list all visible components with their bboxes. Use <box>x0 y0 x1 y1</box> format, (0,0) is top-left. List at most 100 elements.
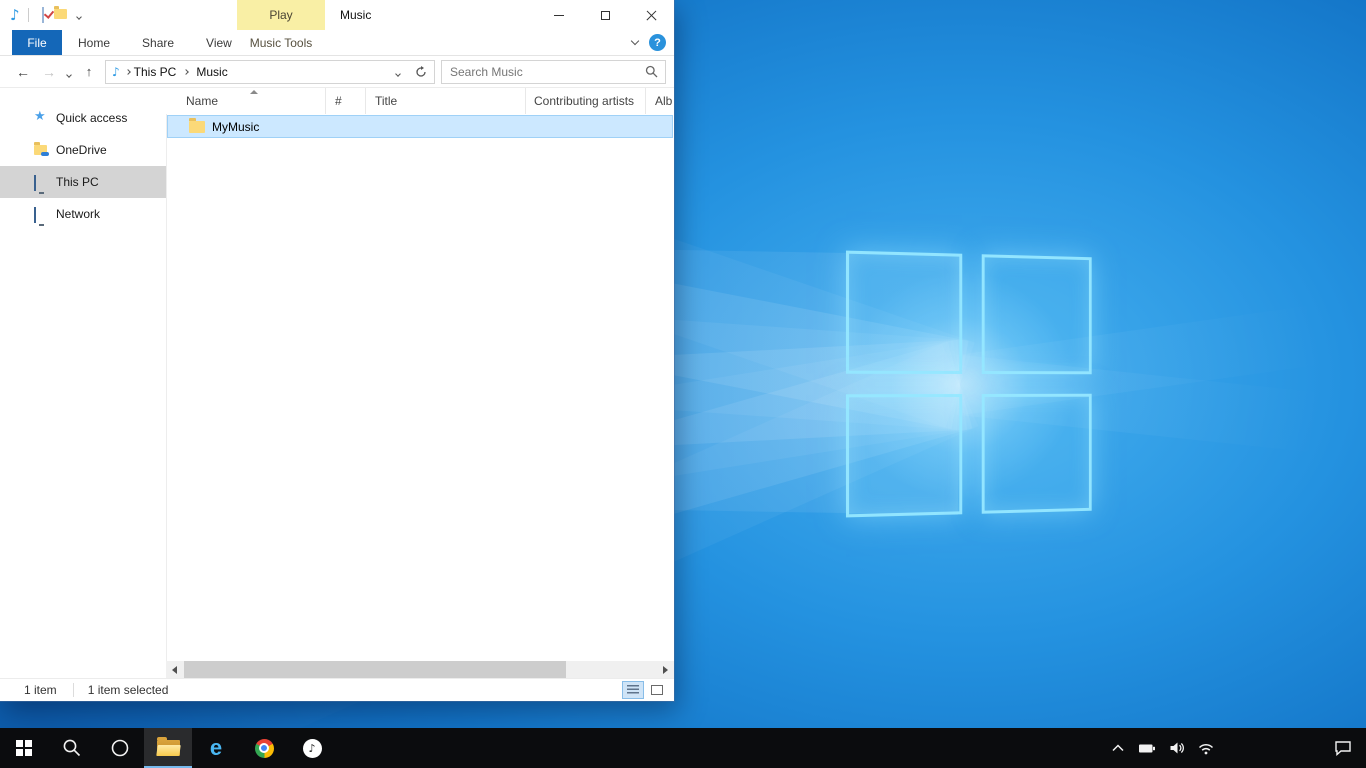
sidebar-item-quick-access[interactable]: ★ Quick access <box>0 102 166 134</box>
refresh-icon <box>415 66 427 78</box>
forward-button[interactable]: → <box>36 65 62 79</box>
file-row-mymusic-selected[interactable]: MyMusic <box>167 115 673 138</box>
battery-button[interactable] <box>1138 741 1156 755</box>
column-header-label: Title <box>375 94 397 108</box>
volume-button[interactable] <box>1169 741 1185 755</box>
divider <box>28 8 29 22</box>
tab-music-tools[interactable]: Music Tools <box>237 30 325 55</box>
sidebar-item-network[interactable]: Network <box>0 198 166 230</box>
details-view-button[interactable] <box>622 681 644 699</box>
tab-home[interactable]: Home <box>62 30 126 55</box>
column-header-label: Alb <box>655 94 672 108</box>
itunes-icon: ♪ <box>303 739 322 758</box>
back-button[interactable]: ← <box>10 65 36 79</box>
refresh-button[interactable] <box>408 61 434 83</box>
maximize-button[interactable] <box>582 0 628 30</box>
titlebar[interactable]: ♪ Play Music <box>0 0 674 30</box>
close-button[interactable] <box>628 0 674 30</box>
cloud-glyph <box>41 152 49 156</box>
network-icon <box>34 208 36 222</box>
up-button[interactable]: ↑ <box>76 65 102 78</box>
item-count: 1 item <box>0 683 57 697</box>
scroll-right-button[interactable] <box>657 661 674 678</box>
wifi-icon <box>1198 742 1214 755</box>
chrome-icon <box>255 739 274 758</box>
column-header-number[interactable]: # <box>326 88 366 114</box>
selection-count: 1 item selected <box>73 683 169 697</box>
tab-file-label: File <box>27 36 46 50</box>
action-center-icon <box>1334 740 1352 756</box>
qat-properties-button[interactable] <box>42 8 44 22</box>
cortana-button[interactable] <box>96 728 144 768</box>
triangle-left-icon <box>172 666 177 674</box>
address-bar[interactable]: ♪ This PC Music <box>105 60 435 84</box>
search-input[interactable] <box>442 65 645 79</box>
sidebar-item-this-pc[interactable]: This PC <box>0 166 166 198</box>
taskbar-itunes-button[interactable]: ♪ <box>288 728 336 768</box>
taskbar: e ♪ <box>0 728 1366 768</box>
column-header-label: Contributing artists <box>534 94 634 108</box>
column-header-contributing-artists[interactable]: Contributing artists <box>526 88 646 114</box>
screen: ♪ Play Music File Home Share View Music … <box>0 0 1366 768</box>
qat-customize-button[interactable] <box>77 8 81 22</box>
navigation-pane: ★ Quick access OneDrive This PC Network <box>0 88 166 661</box>
search-icon[interactable] <box>645 65 658 78</box>
column-header-album[interactable]: Alb <box>646 88 674 114</box>
tab-music-tools-label: Music Tools <box>250 36 312 50</box>
contextual-tab-label: Play <box>269 8 292 22</box>
cortana-icon <box>110 738 130 758</box>
network-monitor-glyph <box>34 207 36 223</box>
onedrive-folder-icon <box>34 144 47 158</box>
column-header-label: Name <box>186 94 218 108</box>
start-button[interactable] <box>0 728 48 768</box>
tab-share[interactable]: Share <box>126 30 190 55</box>
recent-locations-button[interactable] <box>62 65 76 79</box>
sidebar-item-onedrive[interactable]: OneDrive <box>0 134 166 166</box>
tab-file[interactable]: File <box>12 30 62 55</box>
properties-icon <box>42 7 44 23</box>
search-box[interactable] <box>441 60 666 84</box>
breadcrumb-music[interactable]: Music <box>192 65 231 79</box>
taskbar-search-button[interactable] <box>48 728 96 768</box>
breadcrumb-this-pc[interactable]: This PC <box>130 65 181 79</box>
folder-glyph <box>34 145 47 155</box>
contextual-tab-play[interactable]: Play <box>237 0 325 30</box>
monitor-glyph <box>34 175 36 191</box>
large-icons-view-button[interactable] <box>646 681 668 699</box>
action-center-button[interactable] <box>1334 728 1352 768</box>
chevron-down-icon <box>66 72 72 78</box>
chevron-right-icon[interactable] <box>184 69 190 75</box>
file-explorer-window: ♪ Play Music File Home Share View Music … <box>0 0 674 701</box>
column-header-label: # <box>335 94 342 108</box>
help-label: ? <box>654 37 661 49</box>
help-button[interactable]: ? <box>649 34 666 51</box>
internet-explorer-icon: e <box>210 737 222 759</box>
column-header-name[interactable]: Name <box>166 88 326 114</box>
minimize-button[interactable] <box>536 0 582 30</box>
sidebar-item-label: Quick access <box>56 111 127 125</box>
tab-home-label: Home <box>78 36 110 50</box>
search-icon <box>62 738 82 758</box>
taskbar-internet-explorer-button[interactable]: e <box>192 728 240 768</box>
minimize-icon <box>554 15 564 16</box>
taskbar-chrome-button[interactable] <box>240 728 288 768</box>
scrollbar-thumb[interactable] <box>184 661 566 678</box>
maximize-icon <box>601 11 610 20</box>
file-name: MyMusic <box>212 120 259 134</box>
chevron-up-icon <box>1111 742 1125 754</box>
horizontal-scrollbar[interactable] <box>166 661 674 678</box>
column-header-title[interactable]: Title <box>366 88 526 114</box>
music-note-location-icon: ♪ <box>112 65 120 79</box>
network-button[interactable] <box>1198 742 1214 755</box>
show-hidden-icons-button[interactable] <box>1111 742 1125 754</box>
expand-ribbon-chevron-icon[interactable] <box>631 37 639 45</box>
view-buttons <box>622 681 668 699</box>
sidebar-item-label: This PC <box>56 175 99 189</box>
quick-access-star-icon: ★ <box>34 110 46 123</box>
taskbar-file-explorer-button[interactable] <box>144 728 192 768</box>
address-dropdown-button[interactable] <box>388 65 408 79</box>
qat-new-folder-button[interactable] <box>54 8 67 22</box>
scroll-left-button[interactable] <box>166 661 183 678</box>
computer-icon <box>34 176 36 190</box>
tab-share-label: Share <box>142 36 174 50</box>
